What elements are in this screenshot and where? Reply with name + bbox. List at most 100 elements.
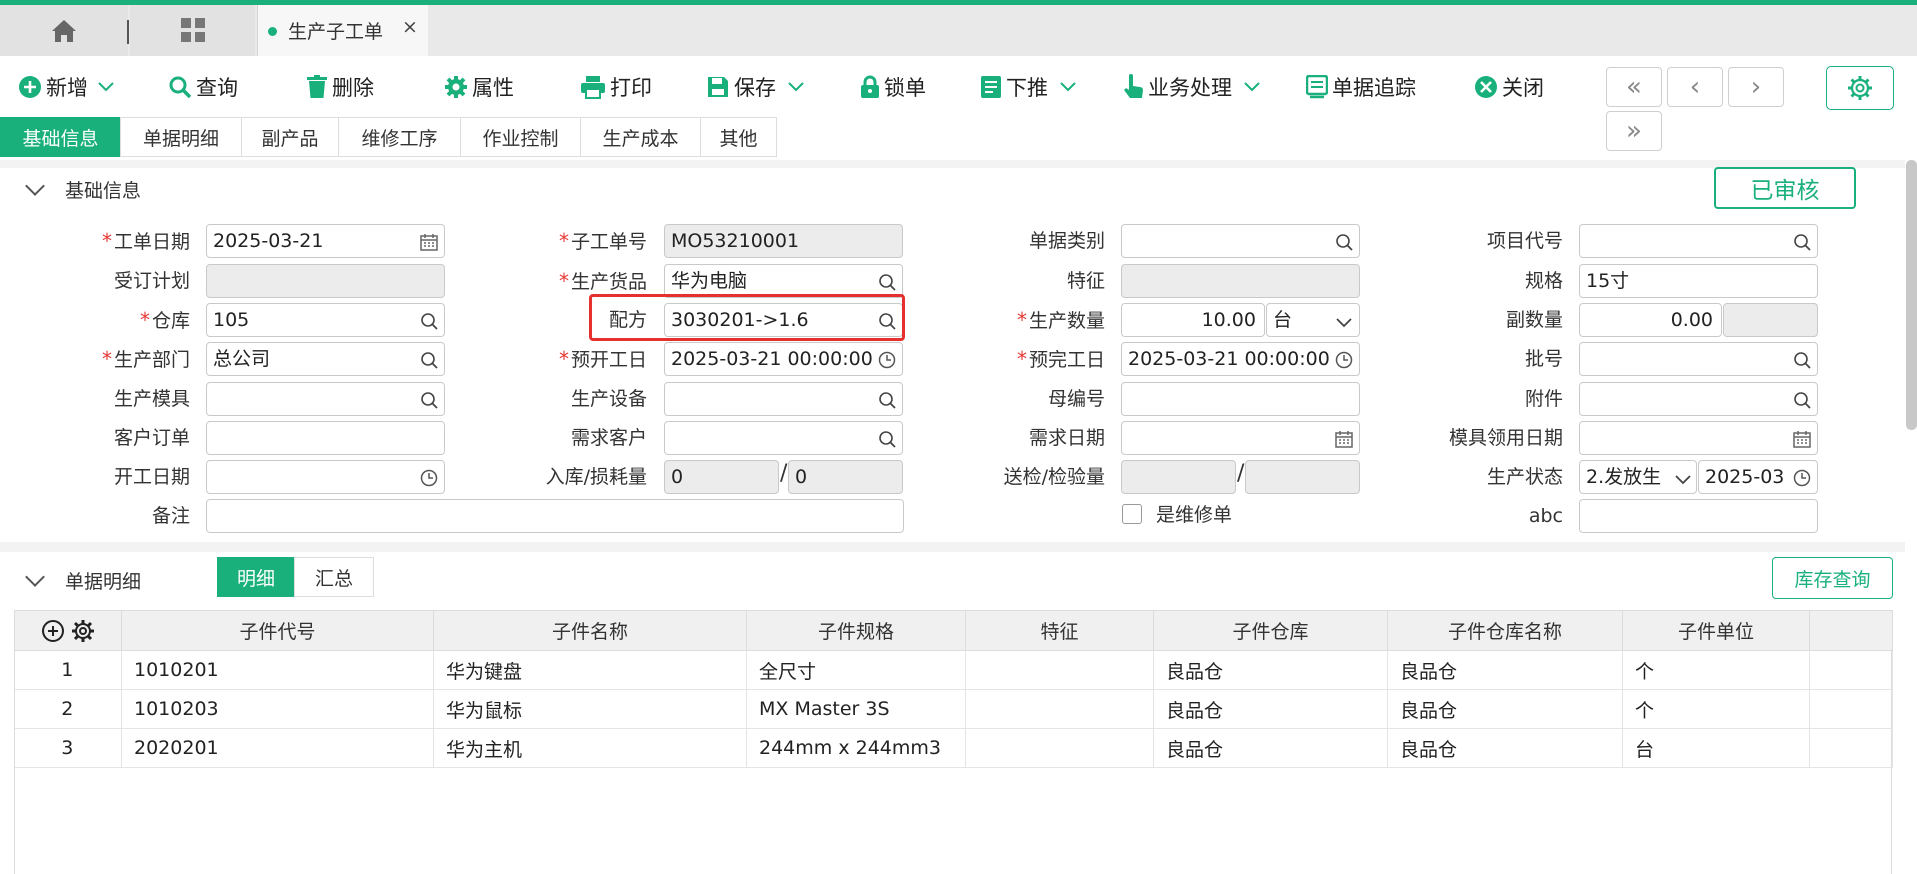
batch-field[interactable] <box>1579 342 1818 376</box>
quantity-field[interactable]: 10.00 <box>1121 303 1265 337</box>
demand-date-field[interactable] <box>1121 421 1360 455</box>
equipment-field[interactable] <box>664 382 903 416</box>
calendar-icon[interactable] <box>1335 430 1353 448</box>
calendar-icon[interactable] <box>1793 430 1811 448</box>
collapse-basic-chevron-icon[interactable] <box>25 176 45 196</box>
column-header[interactable]: 子件单位 <box>1622 610 1810 651</box>
delete-button[interactable]: 删除 <box>306 72 374 102</box>
start-date-field[interactable] <box>206 460 445 494</box>
stock-query-button[interactable]: 库存查询 <box>1772 557 1893 599</box>
column-header[interactable]: 子件代号 <box>121 610 434 651</box>
project-code-field[interactable] <box>1579 224 1818 258</box>
cell-spec[interactable]: 全尺寸 <box>746 650 966 690</box>
cell-warehouse-name[interactable]: 良品仓 <box>1387 689 1623 729</box>
sub-qty-field[interactable]: 0.00 <box>1579 303 1722 337</box>
abc-field[interactable] <box>1579 499 1818 533</box>
search-icon[interactable] <box>1793 233 1811 251</box>
column-settings-gear-icon[interactable] <box>71 619 95 643</box>
subtab-repair-process[interactable]: 维修工序 <box>338 117 461 157</box>
cell-unit[interactable]: 个 <box>1622 650 1810 690</box>
cell-spec[interactable]: 244mm x 244mm3 <box>746 728 966 768</box>
cell-warehouse-name[interactable]: 良品仓 <box>1387 650 1623 690</box>
repair-order-checkbox[interactable] <box>1122 504 1142 524</box>
document-trace-button[interactable]: 单据追踪 <box>1306 72 1416 102</box>
cell-unit[interactable]: 台 <box>1622 728 1810 768</box>
tab-home[interactable] <box>0 5 129 56</box>
column-header[interactable]: 特征 <box>965 610 1154 651</box>
prod-status-select[interactable]: 2.发放生 <box>1579 460 1697 494</box>
vertical-scrollbar[interactable] <box>1906 160 1917 430</box>
spec-field[interactable]: 15寸 <box>1579 264 1818 298</box>
lock-button[interactable]: 锁单 <box>860 72 926 102</box>
product-field[interactable]: 华为电脑 <box>664 264 903 298</box>
column-header[interactable]: 子件规格 <box>746 610 966 651</box>
tab-apps[interactable] <box>130 5 255 56</box>
add-button[interactable]: 新增 <box>18 72 118 102</box>
attachment-field[interactable] <box>1579 382 1818 416</box>
settings-button[interactable] <box>1826 66 1894 110</box>
mold-date-field[interactable] <box>1579 421 1818 455</box>
table-row[interactable]: 1 1010201 华为键盘 全尺寸 良品仓 良品仓 个 <box>14 650 1893 690</box>
print-button[interactable]: 打印 <box>580 72 652 102</box>
clock-icon[interactable] <box>1335 351 1353 369</box>
cell-spec[interactable]: MX Master 3S <box>746 689 966 729</box>
previous-record-button[interactable]: ‹ <box>1667 67 1723 107</box>
clock-icon[interactable] <box>420 469 438 487</box>
cell-code[interactable]: 1010201 <box>121 650 434 690</box>
column-header[interactable]: 子件仓库名称 <box>1387 610 1623 651</box>
subtab-doc-detail[interactable]: 单据明细 <box>120 117 242 157</box>
query-button[interactable]: 查询 <box>168 72 238 102</box>
parent-no-field[interactable] <box>1121 382 1360 416</box>
mold-field[interactable] <box>206 382 445 416</box>
last-record-button[interactable]: » <box>1606 111 1662 151</box>
collapse-detail-chevron-icon[interactable] <box>25 567 45 587</box>
column-header[interactable]: 子件仓库 <box>1153 610 1388 651</box>
search-icon[interactable] <box>878 430 896 448</box>
cell-name[interactable]: 华为键盘 <box>433 650 747 690</box>
close-button[interactable]: 关闭 <box>1474 72 1544 102</box>
clock-icon[interactable] <box>1793 469 1811 487</box>
cell-name[interactable]: 华为鼠标 <box>433 689 747 729</box>
customer-order-field[interactable] <box>206 421 445 455</box>
unit-select[interactable]: 台 <box>1266 303 1360 337</box>
cell-feature[interactable] <box>965 689 1154 729</box>
subtab-by-products[interactable]: 副产品 <box>241 117 339 157</box>
search-icon[interactable] <box>1793 391 1811 409</box>
prod-status-date-field[interactable]: 2025-03 <box>1698 460 1818 494</box>
subtab-other[interactable]: 其他 <box>700 117 777 157</box>
search-icon[interactable] <box>1793 351 1811 369</box>
cell-warehouse[interactable]: 良品仓 <box>1153 650 1388 690</box>
push-down-button[interactable]: 下推 <box>980 72 1080 102</box>
table-row[interactable]: 3 2020201 华为主机 244mm x 244mm3 良品仓 良品仓 台 <box>14 728 1893 768</box>
search-icon[interactable] <box>420 351 438 369</box>
close-tab-icon[interactable]: × <box>402 16 418 38</box>
calendar-icon[interactable] <box>420 233 438 251</box>
search-icon[interactable] <box>420 312 438 330</box>
planned-start-field[interactable]: 2025-03-21 00:00:00 <box>664 342 903 376</box>
cell-warehouse-name[interactable]: 良品仓 <box>1387 728 1623 768</box>
search-icon[interactable] <box>1335 233 1353 251</box>
cell-warehouse[interactable]: 良品仓 <box>1153 689 1388 729</box>
search-icon[interactable] <box>878 391 896 409</box>
warehouse-field[interactable]: 105 <box>206 303 445 337</box>
doc-type-field[interactable] <box>1121 224 1360 258</box>
clock-icon[interactable] <box>878 351 896 369</box>
next-record-button[interactable]: › <box>1728 67 1784 107</box>
remark-field[interactable] <box>206 499 904 533</box>
cell-name[interactable]: 华为主机 <box>433 728 747 768</box>
cell-code[interactable]: 1010203 <box>121 689 434 729</box>
demand-customer-field[interactable] <box>664 421 903 455</box>
detail-view-toggle[interactable]: 明细 <box>217 557 295 597</box>
properties-button[interactable]: 属性 <box>444 72 514 102</box>
search-icon[interactable] <box>420 391 438 409</box>
planned-end-field[interactable]: 2025-03-21 00:00:00 <box>1121 342 1360 376</box>
subtab-job-control[interactable]: 作业控制 <box>460 117 581 157</box>
first-record-button[interactable]: « <box>1606 67 1662 107</box>
column-header[interactable]: 子件名称 <box>433 610 747 651</box>
cell-code[interactable]: 2020201 <box>121 728 434 768</box>
cell-feature[interactable] <box>965 650 1154 690</box>
subtab-basic-info[interactable]: 基础信息 <box>0 117 121 157</box>
tab-production-sub-order[interactable]: 生产子工单 × <box>257 5 428 56</box>
department-field[interactable]: 总公司 <box>206 342 445 376</box>
add-row-icon[interactable] <box>41 619 65 643</box>
